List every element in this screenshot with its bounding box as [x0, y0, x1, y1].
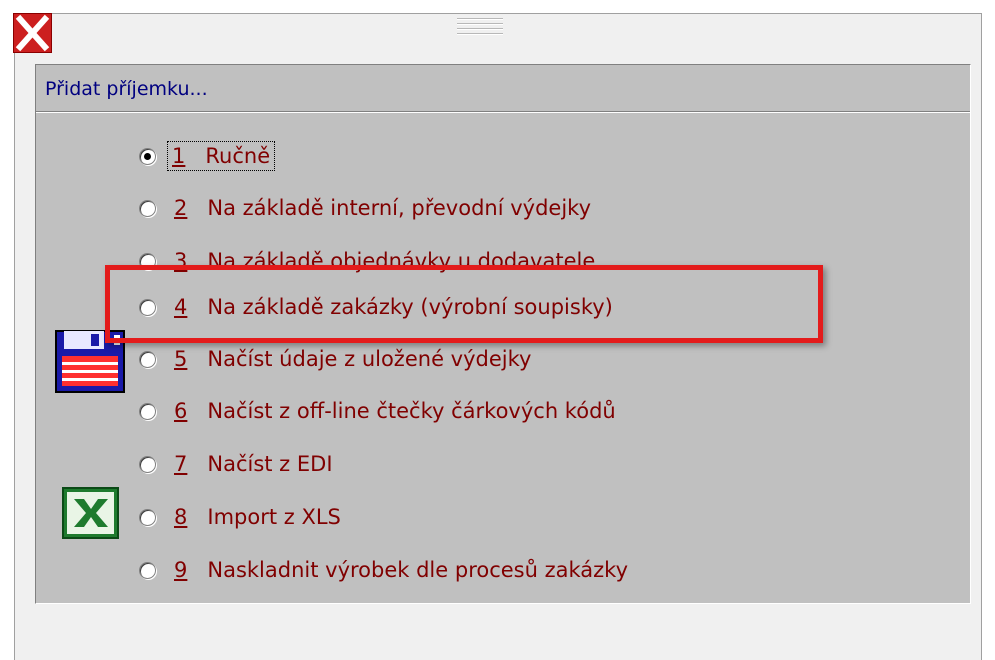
panel-divider — [36, 111, 970, 113]
option-1-focus: 1 Ručně — [166, 141, 276, 171]
option-7-radio[interactable] — [139, 455, 156, 473]
option-1-manual[interactable]: 1 Ručně — [139, 141, 276, 171]
option-4-number: 4 — [174, 295, 188, 319]
option-8-label: Import z XLS — [207, 505, 341, 529]
option-6-number: 6 — [174, 399, 188, 423]
option-8-import-xls[interactable]: 8 Import z XLS — [139, 502, 341, 532]
close-button[interactable] — [13, 13, 52, 53]
options-panel: Přidat příjemku... 1 Ručně 2 Na základě … — [35, 64, 971, 604]
option-4-job-order[interactable]: 4 Na základě zakázky (výrobní soupisky) — [139, 292, 613, 322]
option-9-stock-product[interactable]: 9 Naskladnit výrobek dle procesů zakázky — [139, 555, 628, 585]
option-5-number: 5 — [174, 347, 188, 371]
option-3-number: 3 — [174, 249, 188, 273]
option-4-label: Na základě zakázky (výrobní soupisky) — [207, 295, 613, 319]
option-5-label: Načíst údaje z uložené výdejky — [207, 347, 532, 371]
option-9-radio[interactable] — [139, 561, 156, 579]
option-6-radio[interactable] — [139, 402, 156, 420]
option-7-edi[interactable]: 7 Načíst z EDI — [139, 449, 333, 479]
excel-icon[interactable] — [62, 487, 119, 539]
option-4-radio[interactable] — [139, 298, 156, 316]
option-5-radio[interactable] — [139, 350, 156, 368]
option-2-number: 2 — [174, 196, 188, 220]
floppy-disk-icon[interactable] — [54, 329, 126, 394]
option-5-load-saved[interactable]: 5 Načíst údaje z uložené výdejky — [139, 344, 531, 374]
option-1-radio[interactable] — [139, 147, 156, 165]
option-9-number: 9 — [174, 558, 188, 582]
option-8-number: 8 — [174, 505, 188, 529]
option-1-label: Ručně — [205, 144, 271, 168]
option-1-number: 1 — [172, 144, 186, 168]
close-x-icon — [15, 14, 50, 52]
option-7-label: Načíst z EDI — [207, 452, 333, 476]
option-3-label: Na základě objednávky u dodavatele — [207, 249, 596, 273]
option-3-radio[interactable] — [139, 252, 156, 270]
option-2-label: Na základě interní, převodní výdejky — [207, 196, 591, 220]
drag-grip-icon[interactable] — [457, 18, 503, 38]
option-7-number: 7 — [174, 452, 188, 476]
option-9-label: Naskladnit výrobek dle procesů zakázky — [207, 558, 629, 582]
option-2-radio[interactable] — [139, 199, 156, 217]
option-3-supplier-order[interactable]: 3 Na základě objednávky u dodavatele — [139, 246, 595, 276]
option-2-internal-transfer[interactable]: 2 Na základě interní, převodní výdejky — [139, 193, 591, 223]
panel-title: Přidat příjemku... — [45, 78, 208, 100]
option-6-barcode-reader[interactable]: 6 Načíst z off-line čtečky čárkových kód… — [139, 396, 616, 426]
option-6-label: Načíst z off-line čtečky čárkových kódů — [207, 399, 616, 423]
option-8-radio[interactable] — [139, 508, 156, 526]
